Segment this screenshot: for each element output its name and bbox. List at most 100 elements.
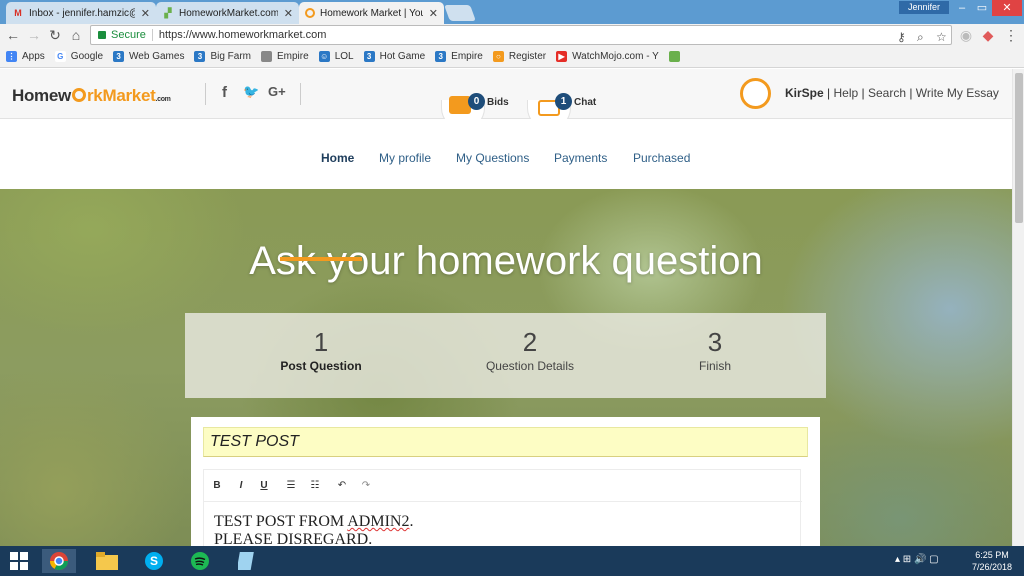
step-label: Post Question xyxy=(280,359,362,373)
underline-button[interactable]: U xyxy=(257,480,271,491)
system-tray[interactable]: ▴ ⊞ 🔊 ▢ xyxy=(895,554,939,565)
active-step-underline xyxy=(280,257,362,261)
logo-o-icon xyxy=(71,88,86,102)
logo-text: Homew xyxy=(12,86,71,105)
step-finish[interactable]: 3 Finish xyxy=(685,327,745,373)
facebook-icon[interactable]: f xyxy=(222,84,227,101)
avatar[interactable] xyxy=(740,78,771,109)
redo-icon[interactable]: ↷ xyxy=(359,480,373,491)
forward-icon[interactable]: → xyxy=(26,27,42,43)
divider xyxy=(205,83,206,105)
url-text[interactable]: https://www.homeworkmarket.com xyxy=(159,29,327,41)
bookmark-icon[interactable] xyxy=(668,51,680,62)
bookmark-item[interactable]: 3 Empire xyxy=(435,51,483,62)
chat-label[interactable]: Chat xyxy=(574,97,596,108)
bookmark-label: Register xyxy=(508,51,547,62)
bookmark-item[interactable]: ☺ LOL xyxy=(318,51,354,62)
bookmark-item[interactable]: G Google xyxy=(54,51,103,62)
back-icon[interactable]: ← xyxy=(5,27,21,43)
divider xyxy=(300,83,301,105)
svg-text:S: S xyxy=(150,554,158,568)
bold-button[interactable]: B xyxy=(210,480,224,491)
browser-toolbar: ← → ↻ ⌂ Secure https://www.homeworkmarke… xyxy=(0,24,1024,46)
new-tab-button[interactable] xyxy=(444,5,476,21)
clock[interactable]: 6:25 PM 7/26/2018 xyxy=(968,549,1016,573)
google-plus-icon[interactable]: G+ xyxy=(268,84,286,99)
bookmark-icon: 3 xyxy=(435,51,447,62)
bookmark-item[interactable]: 3 Web Games xyxy=(113,51,184,62)
search-link[interactable]: Search xyxy=(868,86,906,100)
question-title-input[interactable] xyxy=(203,427,808,457)
italic-button[interactable]: I xyxy=(234,480,248,491)
bookmark-label: Empire xyxy=(451,51,483,62)
file-explorer-icon[interactable] xyxy=(90,549,124,573)
bookmark-item[interactable]: Empire xyxy=(261,51,309,62)
step-question-details[interactable]: 2 Question Details xyxy=(480,327,580,373)
address-bar[interactable]: Secure https://www.homeworkmarket.com ⚷ … xyxy=(90,25,952,45)
bookmark-icon: ○ xyxy=(492,51,504,62)
browser-tab-strip: M Inbox - jennifer.hamzic@ ✕ ▞ HomeworkM… xyxy=(0,0,1024,24)
nav-purchased[interactable]: Purchased xyxy=(633,151,690,165)
separator: | xyxy=(823,86,834,100)
step-number: 1 xyxy=(313,327,329,357)
bookmark-item[interactable]: 3 Hot Game xyxy=(363,51,426,62)
zoom-icon[interactable]: ⌕ xyxy=(917,30,924,45)
step-label: Question Details xyxy=(485,359,575,373)
nav-my-profile[interactable]: My profile xyxy=(379,151,431,165)
key-icon[interactable]: ⚷ xyxy=(897,30,906,44)
bulleted-list-icon[interactable]: ☰ xyxy=(284,480,298,491)
close-icon[interactable]: ✕ xyxy=(284,7,293,20)
bookmark-item[interactable]: 3 Big Farm xyxy=(194,51,251,62)
step-post-question[interactable]: 1 Post Question xyxy=(273,327,369,373)
username-link[interactable]: KirSpe xyxy=(785,86,824,100)
nav-my-questions[interactable]: My Questions xyxy=(456,151,529,165)
spotify-icon[interactable] xyxy=(183,549,217,573)
star-icon[interactable]: ☆ xyxy=(936,30,947,44)
windows-taskbar: S ▴ ⊞ 🔊 ▢ 6:25 PM 7/26/2018 xyxy=(0,546,1024,576)
close-window-button[interactable]: ✕ xyxy=(992,0,1022,16)
nav-payments[interactable]: Payments xyxy=(554,151,607,165)
profile-badge[interactable]: Jennifer xyxy=(899,1,949,14)
site-logo[interactable]: Homew rkMarket.com xyxy=(12,86,171,106)
tab-homeworkmarket[interactable]: ▞ HomeworkMarket.com - ✕ xyxy=(156,2,299,24)
nav-home[interactable]: Home xyxy=(321,151,354,165)
restore-button[interactable]: ▭ xyxy=(970,0,994,16)
close-icon[interactable]: ✕ xyxy=(141,7,150,20)
lock-icon xyxy=(98,31,106,39)
separator: | xyxy=(858,86,868,100)
chrome-icon[interactable] xyxy=(42,549,76,573)
step-number: 2 xyxy=(522,327,538,357)
bookmark-label: WatchMojo.com - Y xyxy=(572,51,659,62)
page-scrollbar[interactable] xyxy=(1012,69,1024,546)
twitter-icon[interactable]: 🐦 xyxy=(243,84,259,100)
help-link[interactable]: Help xyxy=(833,86,858,100)
hero-section: Ask your homework question 1 Post Questi… xyxy=(0,189,1012,546)
secure-label: Secure xyxy=(111,29,146,41)
bookmark-label: Hot Game xyxy=(379,51,426,62)
notepad-icon[interactable] xyxy=(230,549,264,573)
editor-text: PLEASE DISREGARD. xyxy=(214,531,373,546)
close-icon[interactable]: ✕ xyxy=(429,7,438,20)
divider xyxy=(151,29,153,41)
question-body-editor[interactable]: B I U ☰ ☷ ↶ ↷ TEST POST FROM ADMIN2. PLE… xyxy=(203,469,802,546)
extension-icon[interactable]: ◆ xyxy=(980,27,996,43)
numbered-list-icon[interactable]: ☷ xyxy=(308,480,322,491)
bookmark-item[interactable]: ○ Register xyxy=(492,51,547,62)
bookmark-item[interactable]: ⋮ Apps xyxy=(6,51,45,62)
reload-icon[interactable]: ↻ xyxy=(47,27,63,43)
home-icon[interactable]: ⌂ xyxy=(68,27,84,43)
tab-inbox[interactable]: M Inbox - jennifer.hamzic@ ✕ xyxy=(6,2,156,24)
bookmark-label: Empire xyxy=(277,51,309,62)
undo-icon[interactable]: ↶ xyxy=(335,480,349,491)
windows-start-icon[interactable] xyxy=(2,549,36,573)
extension-icon[interactable]: ◉ xyxy=(958,27,974,43)
skype-icon[interactable]: S xyxy=(137,549,171,573)
chat-count: 1 xyxy=(555,93,572,110)
menu-icon[interactable]: ⋮ xyxy=(1003,27,1019,43)
bids-label[interactable]: Bids xyxy=(487,97,509,108)
editor-content[interactable]: TEST POST FROM ADMIN2. PLEASE DISREGARD. xyxy=(214,513,413,546)
write-my-essay-link[interactable]: Write My Essay xyxy=(916,86,999,100)
tab-homework-market-active[interactable]: Homework Market | Your ✕ xyxy=(299,2,444,24)
scrollbar-thumb[interactable] xyxy=(1015,73,1023,223)
bookmark-item[interactable]: ▶ WatchMojo.com - Y xyxy=(556,51,659,62)
